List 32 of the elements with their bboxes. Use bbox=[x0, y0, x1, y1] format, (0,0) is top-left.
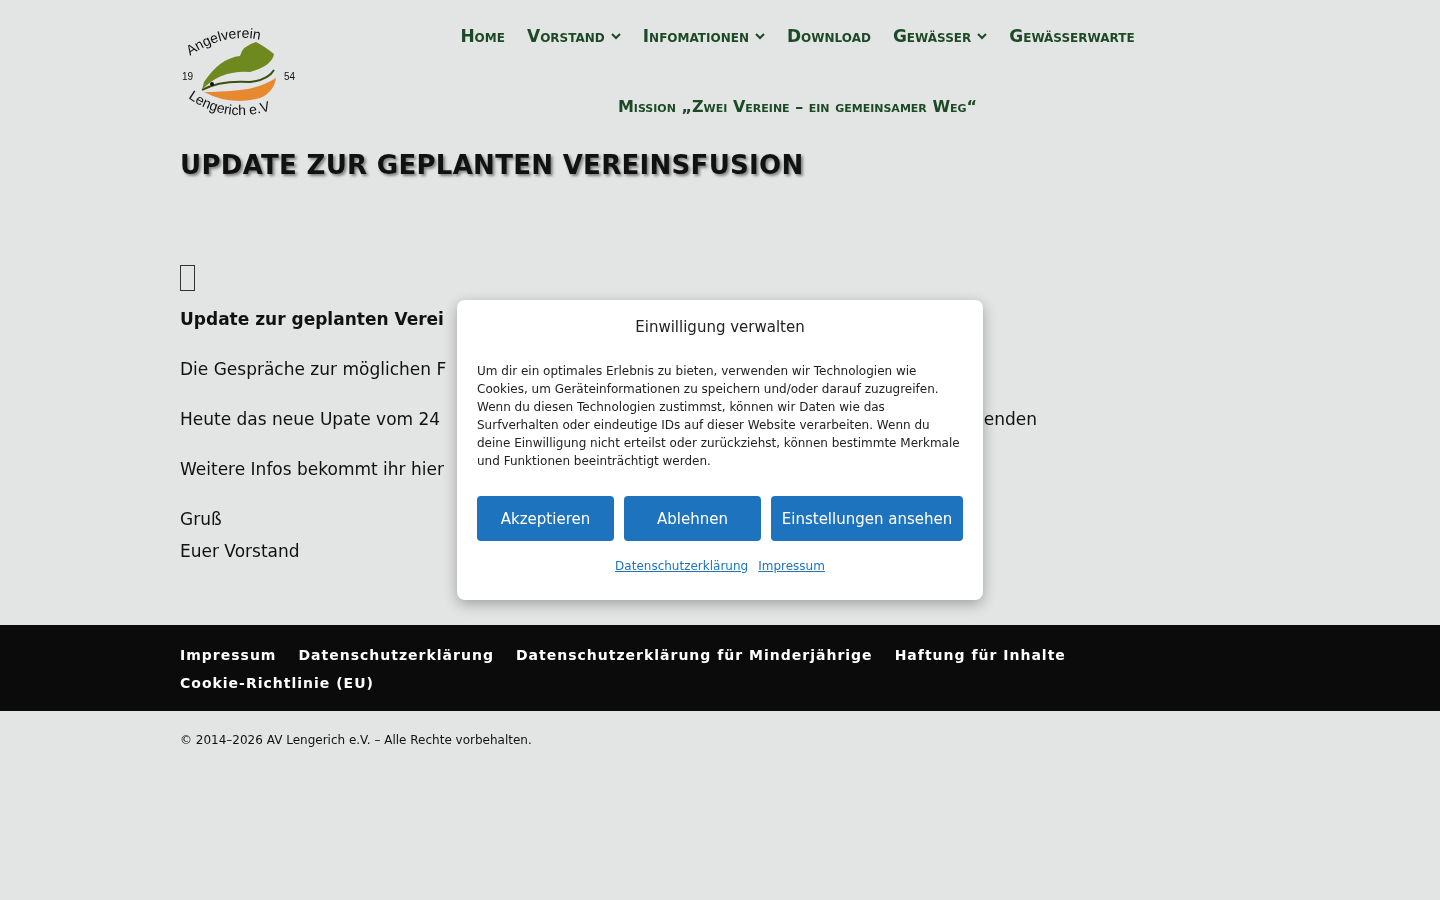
nav-link[interactable]: Vorstand bbox=[526, 26, 621, 46]
copyright-text: © 2014–2026 AV Lengerich e.V. – Alle Rechte vorbehalten. bbox=[179, 732, 533, 749]
chevron-down-icon bbox=[754, 32, 765, 40]
dialog-link[interactable]: Datenschutzerklärung bbox=[615, 559, 749, 573]
nav-link[interactable]: Mission „Zwei Vereine – ein gemeinsamer Weg“ bbox=[617, 97, 978, 116]
dialog-text: Um dir ein optimales Erlebnis zu bieten, verwenden wir Technologien wie Cookies, um Geräteinformationen zu speichern und/oder darauf zuzugreifen. Wenn du diesen Technologien zustimmst, können wir Daten wie das Surfverhalten oder eindeutige IDs auf dieser Website verarbeiten. Wenn du deine Einwilligung nicht erteilst oder zurückziehst, können bestimmte Merkmale und Funktionen beeinträchtigt werden. bbox=[477, 363, 961, 470]
chevron-down-icon bbox=[977, 32, 988, 40]
footer-link[interactable]: Datenschutzerklärung bbox=[298, 647, 494, 663]
closing-line: Gruß bbox=[180, 509, 222, 529]
closing-line: Euer Vorstand bbox=[180, 541, 300, 561]
paragraph: Weitere Infos bekommt ihr hier bbox=[180, 459, 444, 479]
nav-link[interactable]: Infomationen bbox=[642, 26, 765, 46]
footer-link[interactable]: Cookie-Richtlinie (EU) bbox=[180, 675, 374, 691]
footer-link[interactable]: Impressum bbox=[180, 647, 277, 663]
chevron-down-icon bbox=[610, 32, 621, 40]
nav-link[interactable]: Home bbox=[460, 26, 505, 46]
post-heading: Update zur geplanten Verei bbox=[180, 309, 444, 329]
paragraph: Die Gespräche zur möglichen F bbox=[180, 359, 447, 379]
dialog-title: Einwilligung verwalten bbox=[634, 318, 806, 336]
consent-button[interactable]: Ablehnen bbox=[624, 496, 761, 541]
page-title: UPDATE ZUR GEPLANTEN VEREINSFUSION bbox=[180, 150, 805, 180]
consent-button[interactable]: Akzeptieren bbox=[477, 496, 614, 541]
dialog-link[interactable]: Impressum bbox=[758, 559, 825, 573]
paragraph-end: enden bbox=[983, 409, 1037, 429]
nav-link[interactable]: Gewässer bbox=[892, 26, 988, 46]
missing-glyph-icon bbox=[180, 265, 195, 291]
nav-link[interactable]: Gewässerwarte bbox=[1009, 26, 1135, 46]
consent-button[interactable]: Einstellungen ansehen bbox=[771, 496, 963, 541]
nav-link[interactable]: Download bbox=[786, 26, 871, 46]
footer-link[interactable]: Datenschutzerklärung für Minderjährige bbox=[515, 647, 873, 663]
footer-link[interactable]: Haftung für Inhalte bbox=[894, 647, 1066, 663]
paragraph: Heute das neue Upate vom 24 bbox=[180, 409, 441, 429]
